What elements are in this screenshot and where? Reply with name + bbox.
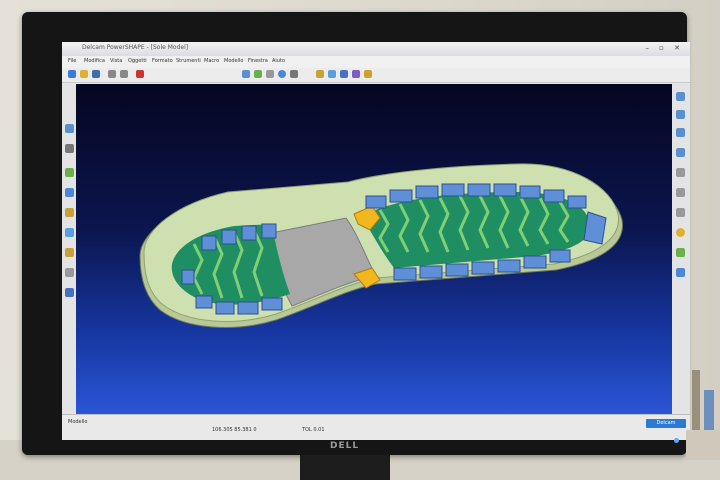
view-top-icon[interactable] — [676, 92, 685, 101]
mesh-tool-icon[interactable] — [65, 288, 74, 297]
menu-formato[interactable]: Formato — [152, 58, 173, 64]
shaded-sphere-icon[interactable] — [676, 228, 685, 237]
view-iso-icon[interactable] — [676, 148, 685, 157]
select-icon[interactable] — [65, 124, 74, 133]
status-left-label: Modello — [68, 419, 88, 425]
wireframe-icon[interactable] — [266, 70, 274, 78]
menu-modello[interactable]: Modello — [224, 58, 243, 64]
surface-tool-icon[interactable] — [65, 208, 74, 217]
menu-strumenti[interactable]: Strumenti — [176, 58, 201, 64]
zoom-in-icon[interactable] — [676, 168, 685, 177]
desk-items — [686, 370, 720, 460]
monitor-brand-logo: DELL — [330, 441, 360, 451]
menu-aiuto[interactable]: Aiuto — [272, 58, 285, 64]
zoom-out-icon[interactable] — [676, 188, 685, 197]
view-icon[interactable] — [242, 70, 250, 78]
menu-macro[interactable]: Macro — [204, 58, 219, 64]
title-bar: Delcam PowerSHAPE - [Sole Model] – ▫ ✕ — [62, 42, 690, 56]
shoe-sole-model[interactable] — [76, 84, 672, 414]
view-front-icon[interactable] — [676, 110, 685, 119]
shade-icon[interactable] — [254, 70, 262, 78]
screen: Delcam PowerSHAPE - [Sole Model] – ▫ ✕ F… — [62, 42, 690, 440]
line-icon[interactable] — [290, 70, 298, 78]
new-file-icon[interactable] — [68, 70, 76, 78]
curve-tool-icon[interactable] — [65, 188, 74, 197]
arc-tool-icon[interactable] — [65, 168, 74, 177]
circle-icon[interactable] — [278, 70, 286, 78]
light-icon[interactable] — [676, 268, 685, 277]
cut-icon[interactable] — [136, 70, 144, 78]
render-icon[interactable] — [352, 70, 360, 78]
app-logo-badge: Delcam — [646, 419, 686, 428]
monitor-stand — [300, 455, 390, 480]
power-led-icon — [674, 438, 679, 443]
monitor: Delcam PowerSHAPE - [Sole Model] – ▫ ✕ F… — [22, 12, 690, 455]
menu-oggetti[interactable]: Oggetti — [128, 58, 147, 64]
cube-icon[interactable] — [340, 70, 348, 78]
view-side-icon[interactable] — [676, 128, 685, 137]
undo-icon[interactable] — [108, 70, 116, 78]
menu-modifica[interactable]: Modifica — [84, 58, 105, 64]
dimension-tool-icon[interactable] — [65, 268, 74, 277]
tools-icon[interactable] — [364, 70, 372, 78]
window-title: Delcam PowerSHAPE - [Sole Model] — [82, 44, 189, 51]
surface-icon[interactable] — [316, 70, 324, 78]
menu-finestra[interactable]: Finestra — [248, 58, 268, 64]
zoom-fit-icon[interactable] — [676, 208, 685, 217]
menu-file[interactable]: File — [68, 58, 76, 64]
coordinate-readout: 106.305 85.381 0 — [212, 427, 257, 433]
tolerance-readout: TOL 0.01 — [302, 427, 325, 433]
toolbar — [62, 68, 690, 83]
redo-icon[interactable] — [120, 70, 128, 78]
line-tool-icon[interactable] — [65, 144, 74, 153]
feature-tool-icon[interactable] — [65, 248, 74, 257]
material-icon[interactable] — [676, 248, 685, 257]
solid-icon[interactable] — [328, 70, 336, 78]
left-tool-panel — [62, 84, 76, 414]
open-folder-icon[interactable] — [80, 70, 88, 78]
window-controls[interactable]: – ▫ ✕ — [645, 44, 684, 52]
save-icon[interactable] — [92, 70, 100, 78]
menu-bar: File Modifica Vista Oggetti Formato Stru… — [62, 56, 690, 68]
menu-vista[interactable]: Vista — [110, 58, 122, 64]
status-bar: Modello 106.305 85.381 0 TOL 0.01 — [62, 414, 690, 440]
solid-tool-icon[interactable] — [65, 228, 74, 237]
